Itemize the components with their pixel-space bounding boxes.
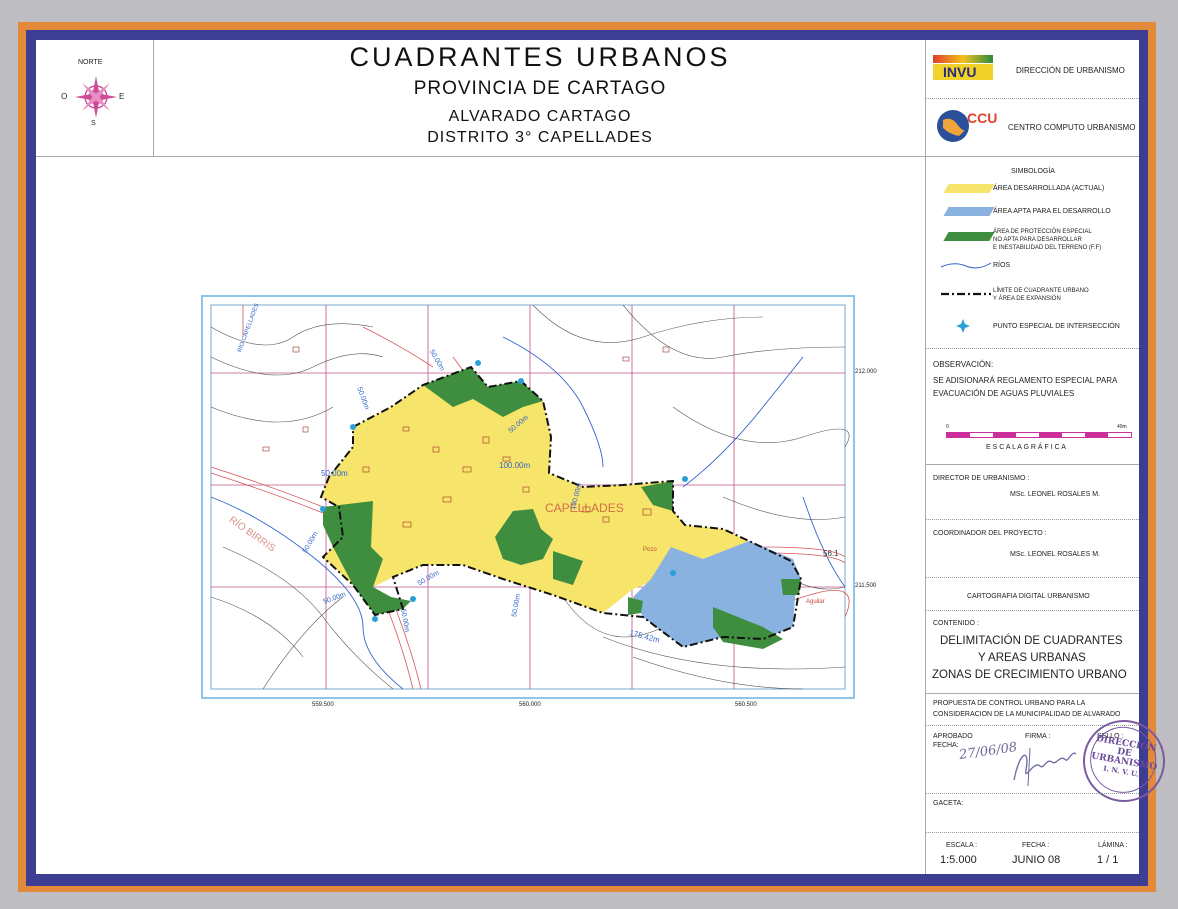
approval-date-label: FECHA: <box>933 742 959 749</box>
compass: NORTE S E O <box>56 59 136 132</box>
coordinator-name: MSc. LEONEL ROSALES M. <box>1010 551 1100 558</box>
footer-date-value: JUNIO 08 <box>1012 854 1061 866</box>
approved-label: APROBADO <box>933 733 973 740</box>
content-line-3: ZONAS DE CRECIMIENTO URBANO <box>932 669 1127 681</box>
legend-swatch-protection <box>943 232 995 241</box>
sidebar-divider-line <box>926 156 1139 157</box>
place-label-pozo: Pozo <box>643 547 657 553</box>
proposal-line-1: PROPUESTA DE CONTROL URBANO PARA LA <box>933 700 1086 707</box>
legend-label-protection: ÁREA DE PROTECCIÓN ESPECIAL NO APTA PARA… <box>993 228 1101 252</box>
signature-image <box>1013 747 1077 787</box>
footer-scale-value: 1:5.000 <box>940 854 977 866</box>
invu-logo: INVU <box>933 55 993 83</box>
legend-swatch-apt <box>943 207 995 216</box>
map-canvas <box>210 304 850 690</box>
province-title: PROVINCIA DE CARTAGO <box>413 78 667 99</box>
canton-title: ALVARADO CARTAGO <box>448 108 632 125</box>
legend-swatch-developed <box>943 184 995 193</box>
map-x-coord-560500: 560.500 <box>735 702 757 708</box>
place-label-aguilar: Aguilar <box>806 599 825 605</box>
sidebar-divider-line <box>926 610 1139 611</box>
director-heading: DIRECTOR DE URBANISMO : <box>933 475 1030 482</box>
content-line-2: Y AREAS URBANAS <box>978 652 1086 664</box>
legend-label-rivers: RÍOS <box>993 262 1011 269</box>
compass-east-label: E <box>119 92 125 101</box>
scale-bar <box>946 432 1132 438</box>
legend-label-boundary-line-1: LÍMITE DE CUADRANTE URBANO <box>993 288 1089 294</box>
proposal-line-2: CONSIDERACION DE LA MUNICIPALIDAD DE ALV… <box>933 711 1121 718</box>
map-frame: 212.000 211.500 559.500 560.000 560.500 … <box>201 295 877 708</box>
river-line-icon <box>940 262 992 269</box>
sidebar-divider-line <box>926 519 1139 520</box>
compass-north-label: NORTE <box>78 59 103 66</box>
observation-line-2: EVACUACIÓN DE AGUAS PLUVIALES <box>933 389 1075 398</box>
map-x-coord-559500: 559.500 <box>312 702 334 708</box>
compass-south-label: S <box>91 120 96 127</box>
map-x-coord-560000: 560.000 <box>519 702 541 708</box>
map-y-coord-212000: 212.000 <box>855 369 877 375</box>
sidebar-divider-line <box>926 98 1139 99</box>
gaceta-label: GACETA: <box>933 800 964 807</box>
content-heading: CONTENIDO : <box>933 620 979 627</box>
agency-name-computo: CENTRO COMPUTO URBANISMO <box>1008 123 1136 132</box>
content-line-1: DELIMITACIÓN DE CUADRANTES <box>940 635 1123 647</box>
legend-label-developed: ÁREA DESARROLLADA (ACTUAL) <box>993 185 1105 192</box>
intersection-point-icon <box>956 319 970 333</box>
distance-label: 50.00m <box>321 469 348 478</box>
district-title: DISTRITO 3° CAPELLADES <box>427 129 653 146</box>
legend-label-protection-line-3: E INESTABILIDAD DEL TERRENO (F.F) <box>993 245 1102 251</box>
distance-label: 56.1 <box>823 549 839 558</box>
distance-label: 100.00m <box>499 461 531 470</box>
ccu-logo-text: CCU <box>967 110 998 126</box>
sidebar-divider-line <box>926 348 1139 349</box>
sidebar-divider-line <box>926 832 1139 833</box>
agency-name-urbanismo: DIRECCIÓN DE URBANISMO <box>1016 66 1125 75</box>
sidebar-divider-line <box>926 464 1139 465</box>
town-label-capellades: CAPELLADES <box>545 501 624 515</box>
legend-label-intersection: PUNTO ESPECIAL DE INTERSECCIÓN <box>993 323 1120 330</box>
compass-west-label: O <box>61 92 68 101</box>
legend-label-boundary-line-2: Y ÁREA DE EXPANSIÓN <box>993 296 1061 302</box>
observation-heading: OBSERVACIÓN: <box>933 360 994 369</box>
scale-bar-max: 40m <box>1117 424 1127 430</box>
legend-label-protection-line-2: NO APTA PARA DESARROLLAR <box>993 237 1082 243</box>
sidebar-divider <box>925 40 926 874</box>
scale-bar-label: E S C A L A G R Á F I C A <box>986 444 1066 451</box>
scale-bar-min: 0 <box>946 424 949 430</box>
sidebar-divider-line <box>926 693 1139 694</box>
map-title: CUADRANTES URBANOS <box>349 42 731 72</box>
ccu-logo: CCU <box>935 106 1001 146</box>
footer-sheet-value: 1 / 1 <box>1097 854 1119 866</box>
footer-date-label: FECHA : <box>1022 842 1050 849</box>
legend-label-apt: ÁREA APTA PARA EL DESARROLLO <box>993 208 1111 215</box>
cartography-label: CARTOGRAFIA DIGITAL URBANISMO <box>967 593 1090 600</box>
signature-label: FIRMA : <box>1025 733 1051 740</box>
invu-logo-text: INVU <box>943 64 977 80</box>
sidebar-divider-line <box>926 793 1139 794</box>
legend-label-protection-line-1: ÁREA DE PROTECCIÓN ESPECIAL <box>993 229 1092 235</box>
director-name: MSc. LEONEL ROSALES M. <box>1010 491 1100 498</box>
footer-scale-label: ESCALA : <box>946 842 978 849</box>
sidebar-divider-line <box>926 577 1139 578</box>
boundary-line-icon <box>941 292 991 296</box>
legend-title: SIMBOLOGÍA <box>1011 168 1055 175</box>
footer-sheet-label: LÁMINA : <box>1098 842 1128 849</box>
header-divider <box>36 156 925 157</box>
observation-line-1: SE ADISIONARÁ REGLAMENTO ESPECIAL PARA <box>933 376 1118 385</box>
coordinator-heading: COORDINADOR DEL PROYECTO : <box>933 530 1047 537</box>
legend-label-boundary: LÍMITE DE CUADRANTE URBANO Y ÁREA DE EXP… <box>993 287 1089 303</box>
map-y-coord-211500: 211.500 <box>855 583 877 589</box>
